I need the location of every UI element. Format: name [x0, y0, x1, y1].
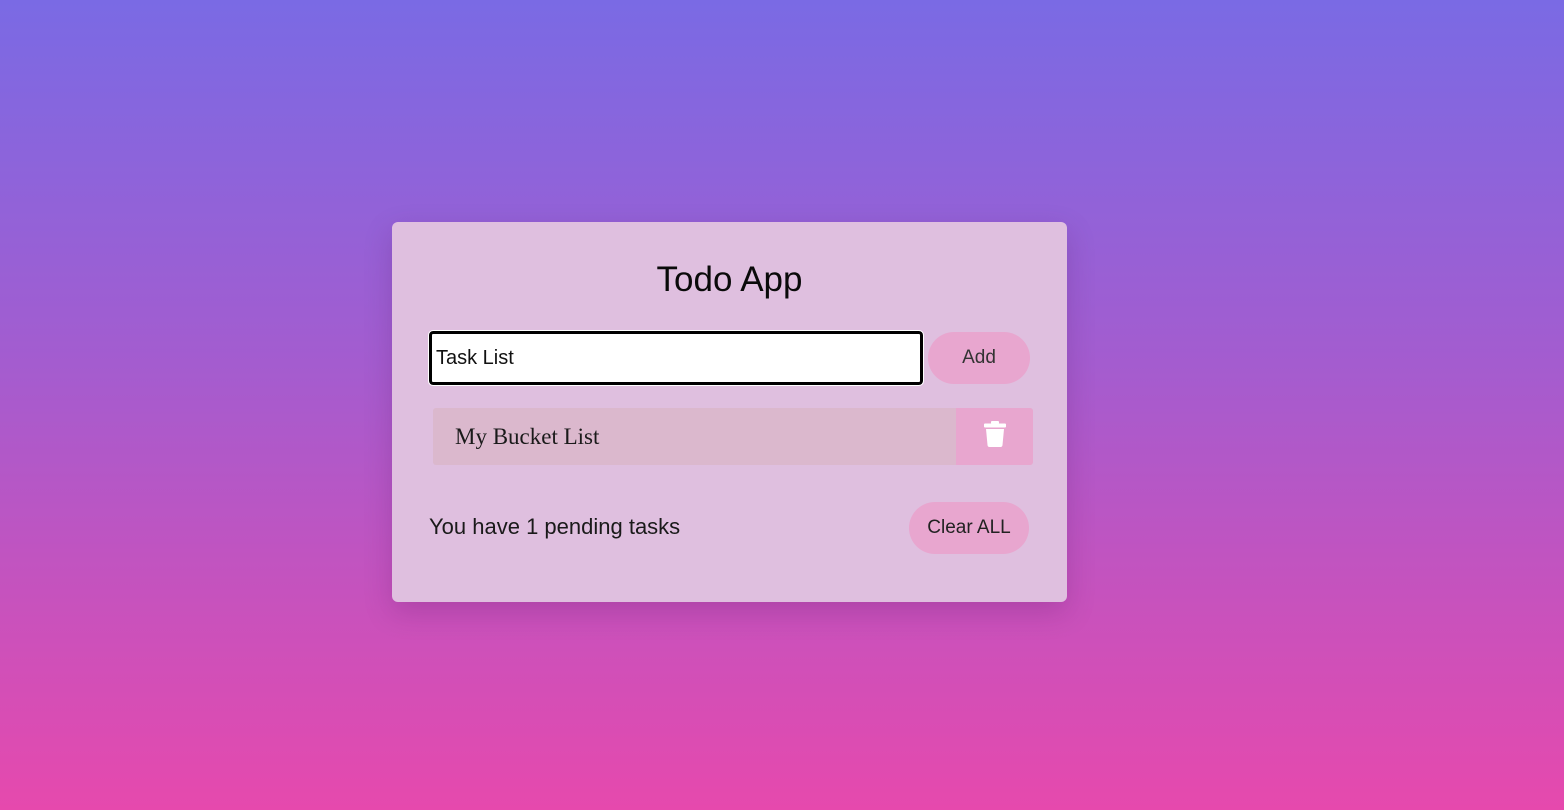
list-item: My Bucket List [433, 408, 1033, 465]
clear-all-button[interactable]: Clear ALL [909, 502, 1029, 554]
page-title: Todo App [656, 260, 803, 299]
pending-suffix: pending tasks [538, 514, 681, 539]
pending-tasks-text: You have 1 pending tasks [429, 513, 680, 541]
delete-button[interactable] [956, 408, 1033, 465]
pending-prefix: You have [429, 514, 527, 539]
task-input[interactable] [428, 330, 924, 386]
add-button[interactable]: Add [928, 332, 1030, 384]
pending-count: 1 [526, 514, 539, 539]
trash-icon [983, 421, 1006, 452]
todo-card: Todo App Add My Bucket List You have 1 p… [392, 222, 1067, 602]
todo-item-text: My Bucket List [455, 424, 600, 449]
